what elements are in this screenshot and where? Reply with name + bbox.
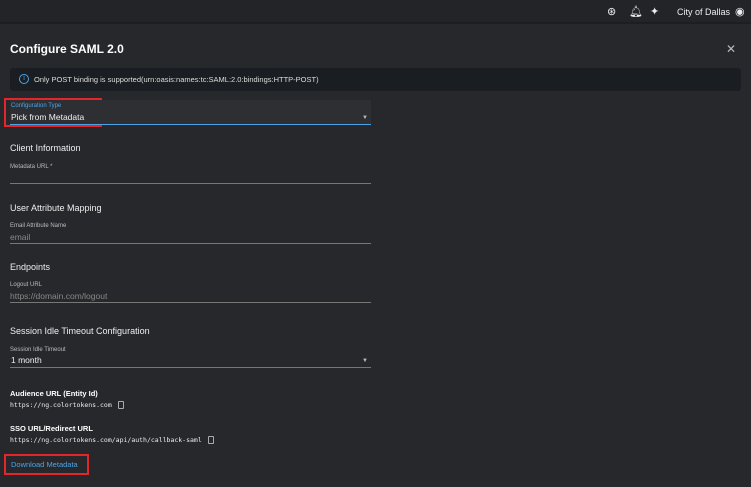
session-timeout-label: Session Idle Timeout [10,347,66,353]
info-text: Only POST binding is supported(urn:oasis… [34,75,319,84]
user-attribute-heading: User Attribute Mapping [10,203,102,213]
metadata-url-input[interactable] [10,170,371,183]
close-icon[interactable]: ✕ [726,42,736,56]
copy-icon[interactable] [117,401,124,409]
divider [10,183,371,184]
session-timeout-select[interactable]: 1 month ▼ [10,354,371,367]
chevron-down-icon: ▼ [362,358,368,364]
user-account-icon[interactable]: ◉ [735,6,745,18]
divider [10,124,371,125]
download-metadata-link[interactable]: Download Metadata [11,460,78,469]
logout-url-label: Logout URL [10,282,43,288]
bell-icon[interactable]: 🔔︎ [629,6,643,18]
sso-url-label: SSO URL/Redirect URL [10,424,93,433]
info-icon: i [19,74,29,84]
dialog-title: Configure SAML 2.0 [10,42,124,56]
configuration-type-select[interactable]: Configuration Type Pick from Metadata ▼ [10,100,371,124]
org-name[interactable]: City of Dallas [677,7,730,17]
session-timeout-value: 1 month [11,355,42,365]
logout-url-input[interactable]: https://domain.com/logout [10,291,371,302]
sso-url-value: https://ng.colortokens.com/api/auth/call… [10,436,202,444]
email-attribute-label: Email Attribute Name [10,223,67,229]
email-attribute-input[interactable]: email [10,232,371,243]
session-timeout-heading: Session Idle Timeout Configuration [10,326,150,336]
sparkle-icon[interactable]: ✦ [650,6,659,18]
endpoints-heading: Endpoints [10,262,51,272]
divider [10,302,371,303]
divider [10,367,371,368]
info-banner: i Only POST binding is supported(urn:oas… [10,68,741,91]
copy-icon[interactable] [207,436,214,444]
top-bar: ⊛ 🔔︎ ✦ City of Dallas ◉ [0,0,751,24]
audience-url-value: https://ng.colortokens.com [10,401,112,409]
configuration-type-label: Configuration Type [11,103,62,109]
divider [10,243,371,244]
help-wheel-icon[interactable]: ⊛ [607,6,616,18]
client-info-heading: Client Information [10,143,81,153]
configuration-type-value: Pick from Metadata [11,112,85,122]
audience-url-label: Audience URL (Entity Id) [10,389,98,398]
chevron-down-icon: ▼ [362,115,368,121]
